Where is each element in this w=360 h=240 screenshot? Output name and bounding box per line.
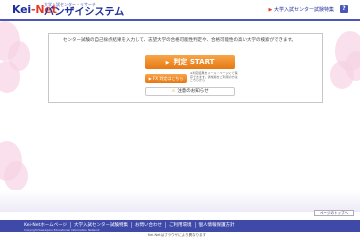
flower-petal <box>330 61 354 89</box>
footer-link-environment[interactable]: ご利用環境 <box>165 222 195 228</box>
flower-petal <box>0 61 20 93</box>
warning-icon: ⚠ <box>171 89 176 94</box>
below-footer-text: Kei-Netはブラウザにより異なります <box>148 233 207 237</box>
main-panel: センター試験の自己採点結果を入力して、志望大学の合格可能性判定や、合格可能性の高… <box>48 33 323 103</box>
center-exam-feature-label: 大学入試センター試験特集 <box>273 7 334 13</box>
notice-link-button[interactable]: ⚠ 注意のお知らせ <box>145 87 235 96</box>
help-icon[interactable]: ? <box>340 5 348 13</box>
background-strip <box>0 190 360 212</box>
fx-judgement-button[interactable]: ▶ FX 判定はこちら <box>145 74 187 83</box>
page-top-button[interactable]: ページのトップへ <box>314 210 354 216</box>
footer-link-privacy[interactable]: 個人情報保護方針 <box>194 222 238 228</box>
banzai-system-brand: 大学入試センター・リサーチ バンザイシステム <box>44 2 124 19</box>
notice-link-label: 注意のお知らせ <box>177 89 209 94</box>
logo-main: Kei <box>12 3 31 16</box>
site-footer: Kei-Netホームページ 大学入試センター試験特集 お問い合わせ ご利用環境 … <box>0 220 360 232</box>
footer-link-contact[interactable]: お問い合わせ <box>131 222 165 228</box>
flower-petal <box>4 161 28 191</box>
start-label: 判定 START <box>173 58 215 66</box>
site-header: Kei-Net 大学入試センター・リサーチ バンザイシステム ▶ 大学入試センタ… <box>0 0 360 21</box>
play-icon: ▶ <box>165 60 170 66</box>
fx-judgement-note: ※判定結果をメール・ページにて保存できます。通常版をご利用の方はこちらから <box>190 71 238 83</box>
below-footer: Kei-Netはブラウザにより異なります <box>0 232 360 240</box>
brand-title: バンザイシステム <box>44 7 125 18</box>
intro-text: センター試験の自己採点結果を入力して、志望大学の合格可能性判定や、合格可能性の高… <box>63 38 297 43</box>
start-judgement-button[interactable]: ▶ 判定 START <box>145 55 235 69</box>
arrow-right-icon: ▶ <box>268 7 273 13</box>
center-exam-feature-link[interactable]: ▶ 大学入試センター試験特集 <box>269 6 334 13</box>
